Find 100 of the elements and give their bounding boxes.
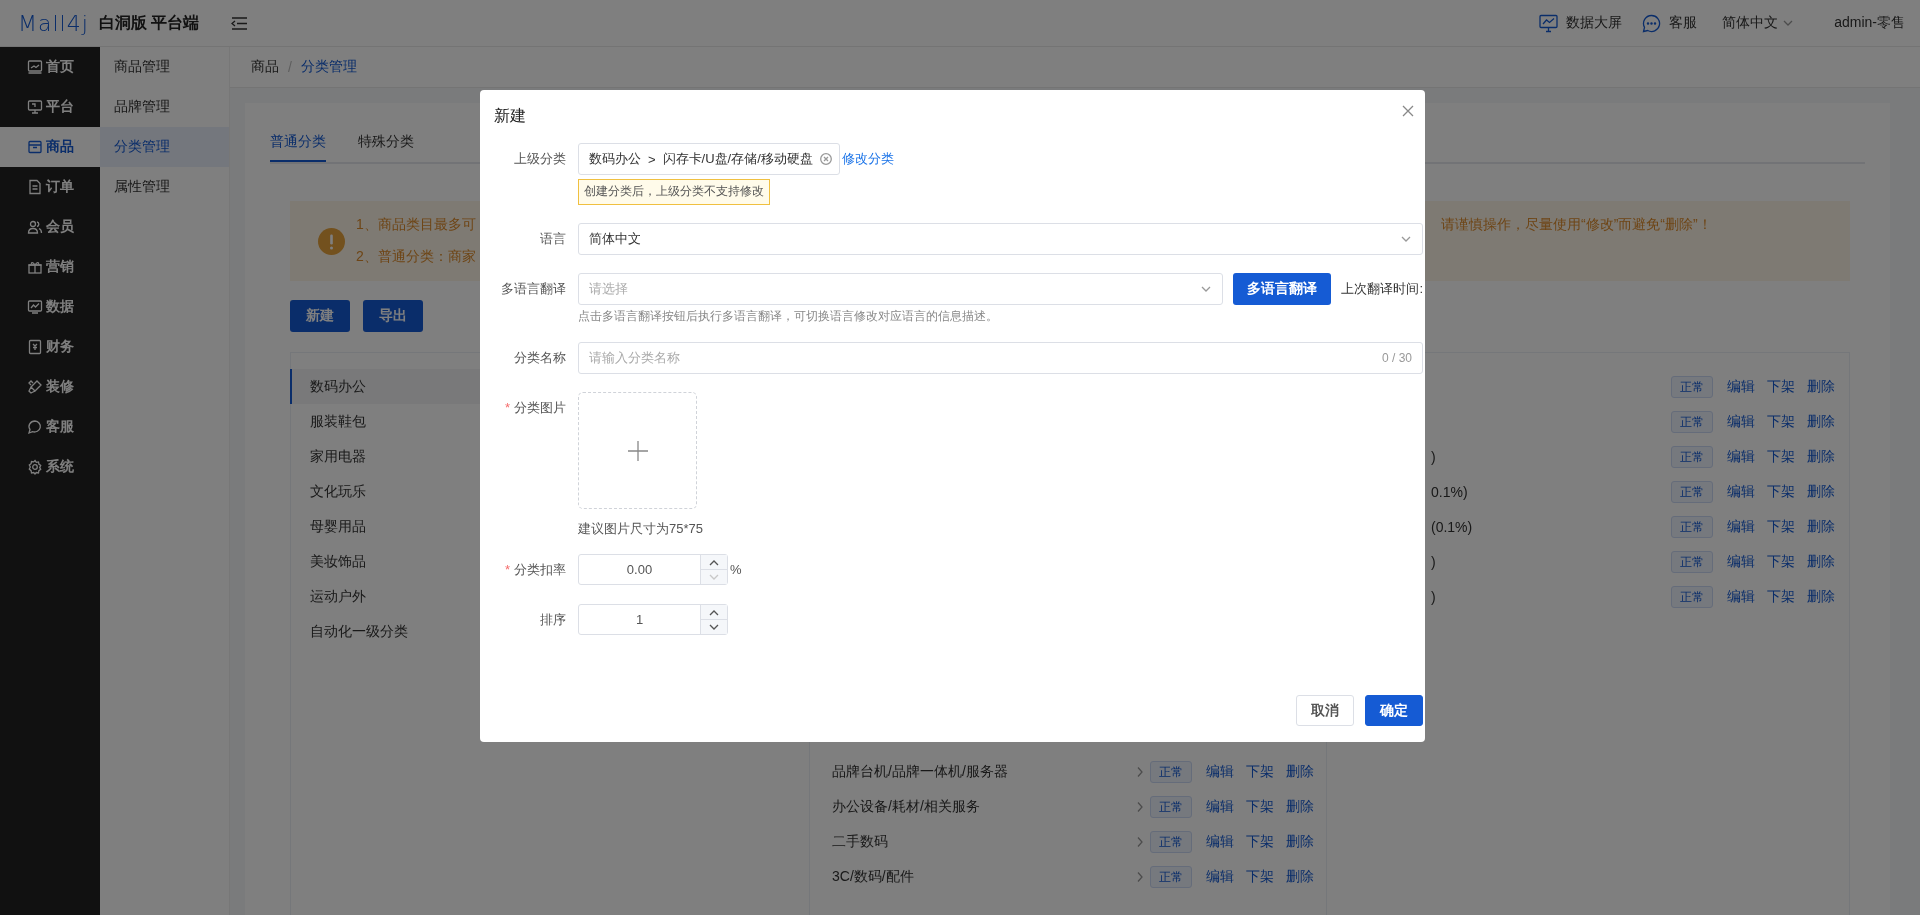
action-link[interactable]: 下架	[1767, 412, 1795, 431]
clear-icon[interactable]	[819, 153, 832, 165]
edit-category-link[interactable]: 修改分类	[841, 150, 894, 168]
chart-icon	[26, 299, 43, 315]
chat-icon	[26, 419, 43, 435]
notice-text: 1、商品类目最多可	[356, 216, 477, 234]
sidebar-item[interactable]: 装修	[0, 367, 100, 407]
category-name: )	[1431, 553, 1437, 570]
sidebar-item[interactable]: 订单	[0, 167, 100, 207]
box-icon	[26, 139, 43, 155]
action-link[interactable]: 删除	[1286, 832, 1314, 851]
translate-button[interactable]: 多语言翻译	[1233, 273, 1332, 305]
header-link[interactable]: 数据大屏	[1566, 14, 1623, 32]
sidebar-item[interactable]: 客服	[0, 407, 100, 447]
action-link[interactable]: 删除	[1807, 587, 1835, 606]
toolbar-button[interactable]: 导出	[363, 300, 423, 332]
action-link[interactable]: 编辑	[1727, 552, 1755, 571]
sidebar-item[interactable]: 数据	[0, 287, 100, 327]
user-menu[interactable]: admin-零售	[1834, 14, 1905, 32]
chevron-right-icon[interactable]	[1136, 870, 1144, 883]
number-field[interactable]: 1	[578, 604, 728, 635]
chevron-right-icon[interactable]	[1136, 765, 1144, 778]
brush-icon	[26, 379, 43, 395]
people-icon	[26, 219, 43, 235]
action-link[interactable]: 编辑	[1727, 517, 1755, 536]
action-link[interactable]: 下架	[1767, 517, 1795, 536]
action-link[interactable]: 下架	[1246, 832, 1274, 851]
sidebar-item[interactable]: 平台	[0, 87, 100, 127]
toolbar-button[interactable]: 新建	[290, 300, 350, 332]
submenu-item[interactable]: 属性管理	[100, 167, 229, 207]
action-link[interactable]: 删除	[1807, 552, 1835, 571]
breadcrumb-item[interactable]: 商品	[251, 58, 279, 76]
input-field[interactable]: 请输入分类名称 0 / 30	[578, 342, 1423, 374]
field-label: 分类扣率	[514, 562, 566, 577]
dialog-button[interactable]: 确定	[1365, 695, 1423, 726]
chat-icon	[1642, 13, 1662, 33]
action-link[interactable]: 删除	[1286, 797, 1314, 816]
chevron-down-icon	[709, 623, 719, 631]
upload-box[interactable]	[578, 392, 697, 509]
chevron-right-icon[interactable]	[1136, 800, 1144, 813]
warning-icon	[318, 227, 345, 255]
action-link[interactable]: 下架	[1246, 867, 1274, 886]
action-link[interactable]: 编辑	[1206, 797, 1234, 816]
action-link[interactable]: 下架	[1246, 797, 1274, 816]
sidebar-item[interactable]: 商品	[0, 127, 100, 167]
action-link[interactable]: 删除	[1807, 517, 1835, 536]
sidebar-item[interactable]: 系统	[0, 447, 100, 487]
header-link[interactable]: 客服	[1669, 14, 1698, 32]
required-mark: *	[504, 400, 510, 415]
monitor-icon	[26, 99, 43, 115]
dialog-title: 新建	[494, 106, 526, 126]
status-tag: 正常	[1150, 830, 1192, 853]
sidebar-item[interactable]: 营销	[0, 247, 100, 287]
action-link[interactable]: 编辑	[1727, 447, 1755, 466]
hint-text: 建议图片尺寸为75*75	[578, 520, 703, 538]
sidebar-item[interactable]: 财务	[0, 327, 100, 367]
status-tag: 正常	[1671, 410, 1713, 433]
action-link[interactable]: 编辑	[1206, 867, 1234, 886]
parent-category-field[interactable]: 数码办公 > 闪存卡/U盘/存储/移动硬盘	[578, 143, 840, 175]
submenu-item[interactable]: 商品管理	[100, 47, 229, 87]
status-tag: 正常	[1150, 865, 1192, 888]
language-select[interactable]: 简体中文	[578, 223, 1423, 255]
language-select[interactable]: 请选择	[578, 273, 1224, 305]
plus-icon	[626, 439, 649, 462]
submenu-item[interactable]: 品牌管理	[100, 87, 229, 127]
close-icon[interactable]	[1401, 104, 1415, 118]
last-translate-time: 上次翻译时间:	[1341, 280, 1423, 298]
tab[interactable]: 特殊分类	[358, 129, 414, 162]
action-link[interactable]: 下架	[1767, 377, 1795, 396]
sidebar-item[interactable]: 首页	[0, 47, 100, 87]
number-field[interactable]: 0.00	[578, 554, 728, 585]
category-name: 品牌台机/品牌一体机/服务器	[832, 762, 1009, 781]
menu-icon[interactable]	[231, 15, 249, 31]
sidebar-item[interactable]: 会员	[0, 207, 100, 247]
action-link[interactable]: 编辑	[1727, 377, 1755, 396]
action-link[interactable]: 编辑	[1206, 762, 1234, 781]
action-link[interactable]: 下架	[1767, 447, 1795, 466]
tip-text: 创建分类后，上级分类不支持修改	[578, 179, 770, 205]
action-link[interactable]: 删除	[1807, 412, 1835, 431]
submenu-item[interactable]: 分类管理	[100, 127, 229, 167]
action-link[interactable]: 删除	[1807, 377, 1835, 396]
action-link[interactable]: 下架	[1246, 762, 1274, 781]
action-link[interactable]: 编辑	[1727, 412, 1755, 431]
language-select[interactable]: 简体中文	[1722, 14, 1779, 32]
action-link[interactable]: 删除	[1286, 762, 1314, 781]
dialog-button[interactable]: 取消	[1296, 695, 1354, 726]
action-link[interactable]: 编辑	[1206, 832, 1234, 851]
action-link[interactable]: 编辑	[1727, 587, 1755, 606]
action-link[interactable]: 删除	[1807, 482, 1835, 501]
chevron-right-icon[interactable]	[1136, 835, 1144, 848]
action-link[interactable]: 编辑	[1727, 482, 1755, 501]
status-tag: 正常	[1150, 760, 1192, 783]
action-link[interactable]: 删除	[1807, 447, 1835, 466]
action-link[interactable]: 删除	[1286, 867, 1314, 886]
tab[interactable]: 普通分类	[270, 129, 326, 162]
action-link[interactable]: 下架	[1767, 552, 1795, 571]
action-link[interactable]: 下架	[1767, 482, 1795, 501]
action-link[interactable]: 下架	[1767, 587, 1795, 606]
chevron-up-icon	[709, 608, 719, 616]
field-label: 分类图片	[514, 400, 566, 415]
